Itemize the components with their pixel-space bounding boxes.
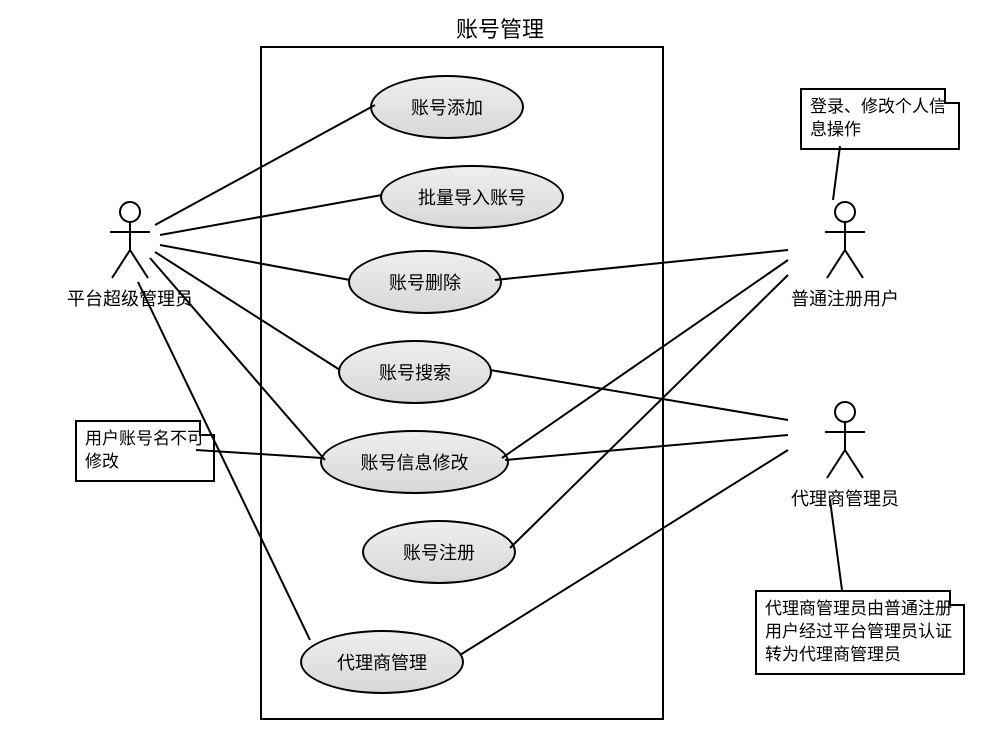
usecase-register: 账号注册 <box>362 520 516 584</box>
note-username-lock: 用户账号名不可修改 <box>75 420 215 482</box>
actor-agent-admin: 代理商管理员 <box>770 400 920 511</box>
stick-figure-icon <box>100 200 160 280</box>
usecase-import: 批量导入账号 <box>380 165 564 229</box>
usecase-add: 账号添加 <box>370 75 524 139</box>
note-agent-cert: 代理商管理员由普通注册用户经过平台管理员认证转为代理商管理员 <box>755 590 965 675</box>
actor-super-admin: 平台超级管理员 <box>55 200 205 311</box>
actor-agent-admin-label: 代理商管理员 <box>770 485 920 511</box>
stick-figure-icon <box>815 200 875 280</box>
usecase-modify: 账号信息修改 <box>320 430 509 494</box>
usecase-agent-mgmt: 代理商管理 <box>300 630 464 694</box>
usecase-search: 账号搜索 <box>338 340 492 404</box>
diagram-title: 账号管理 <box>420 12 580 44</box>
stick-figure-icon <box>815 400 875 480</box>
diagram-canvas: 账号管理 账号添加 批量导入账号 账号删除 账号搜索 账号信息修改 账号注册 代… <box>0 0 1000 748</box>
actor-normal-user-label: 普通注册用户 <box>770 285 920 311</box>
usecase-delete: 账号删除 <box>348 250 502 314</box>
note-login-edit: 登录、修改个人信息操作 <box>800 88 960 150</box>
actor-normal-user: 普通注册用户 <box>770 200 920 311</box>
actor-super-admin-label: 平台超级管理员 <box>55 285 205 311</box>
